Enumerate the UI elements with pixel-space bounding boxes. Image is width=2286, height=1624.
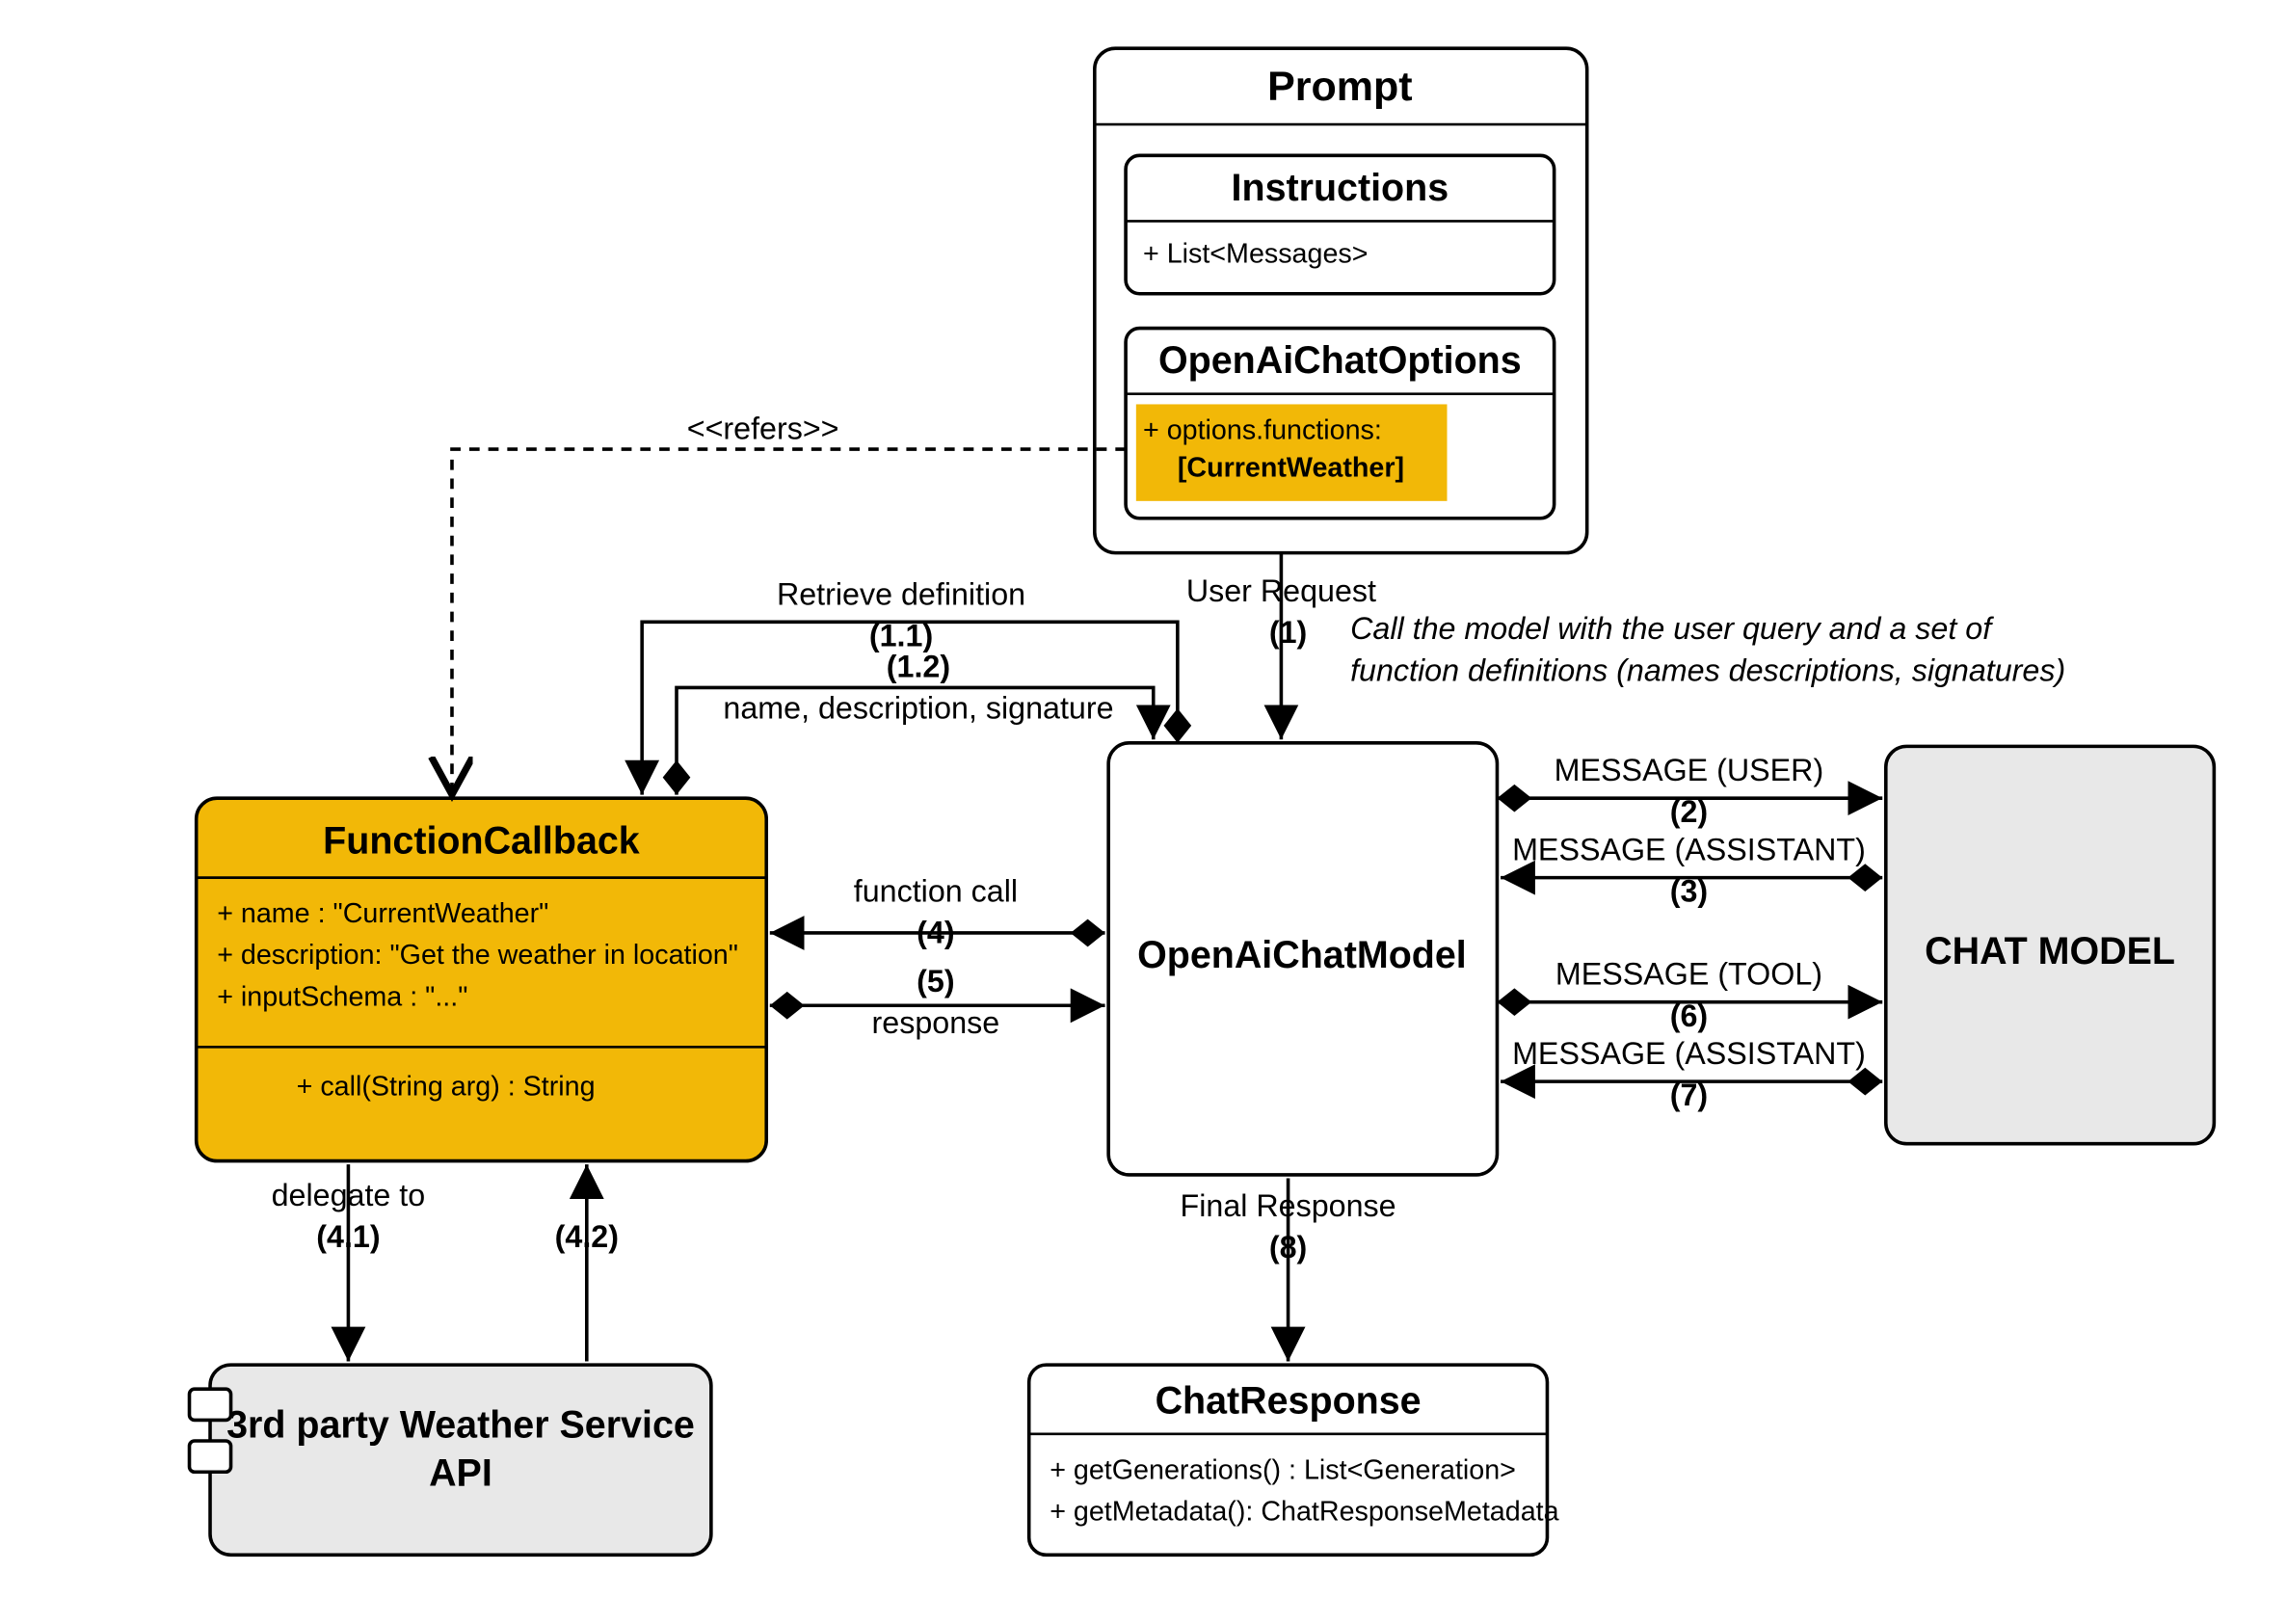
call-model-line2: function definitions (names descriptions…	[1350, 652, 2065, 687]
function-callback-title: FunctionCallback	[323, 820, 640, 863]
step-2: (2)	[1670, 794, 1708, 829]
chat-response-attr1: + getGenerations() : List<Generation>	[1050, 1454, 1516, 1485]
diagram-canvas: Prompt Instructions + List<Messages> Ope…	[0, 0, 2286, 1624]
instructions-attr: + List<Messages>	[1143, 238, 1369, 269]
openai-chat-options-title: OpenAiChatOptions	[1158, 339, 1522, 382]
options-attr2: [CurrentWeather]	[1178, 453, 1404, 484]
refers-label: <<refers>>	[687, 411, 839, 445]
final-response-label: Final Response	[1181, 1188, 1396, 1223]
fc-description: + description: "Get the weather in locat…	[217, 940, 738, 971]
prompt-title: Prompt	[1267, 64, 1413, 110]
step-6: (6)	[1670, 998, 1708, 1033]
delegate-label: delegate to	[272, 1178, 426, 1212]
msg-assistant3-label: MESSAGE (ASSISTANT)	[1512, 833, 1866, 867]
step-3: (3)	[1670, 874, 1708, 909]
instructions-title: Instructions	[1232, 167, 1449, 209]
options-attr1: + options.functions:	[1143, 414, 1382, 445]
weather-service-line1: 3rd party Weather Service	[226, 1403, 695, 1446]
step-4-1: (4.1)	[316, 1219, 380, 1254]
step-4: (4)	[917, 916, 954, 950]
step-7: (7)	[1670, 1078, 1708, 1112]
fc-method: + call(String arg) : String	[297, 1071, 596, 1102]
msg-tool-label: MESSAGE (TOOL)	[1555, 957, 1822, 992]
weather-service-line2: API	[429, 1452, 492, 1495]
fc-inputschema: + inputSchema : "..."	[217, 981, 467, 1012]
msg-assistant7-label: MESSAGE (ASSISTANT)	[1512, 1036, 1866, 1071]
function-call-label: function call	[854, 874, 1018, 909]
msg-user-label: MESSAGE (USER)	[1555, 753, 1824, 787]
user-request-label: User Request	[1186, 573, 1376, 608]
retrieve-def-label: Retrieve definition	[777, 576, 1025, 611]
chat-model-title: CHAT MODEL	[1925, 930, 2175, 972]
openai-chat-model-title: OpenAiChatModel	[1137, 934, 1467, 976]
call-model-line1: Call the model with the user query and a…	[1350, 611, 1994, 646]
fc-name: + name : "CurrentWeather"	[217, 898, 548, 929]
step-1-2: (1.2)	[887, 650, 950, 684]
chat-response-title: ChatResponse	[1156, 1379, 1422, 1422]
response-label: response	[872, 1005, 1000, 1040]
step-1-1: (1.1)	[869, 618, 933, 652]
chat-response-attr2: + getMetadata(): ChatResponseMetadata	[1050, 1496, 1558, 1527]
step-5: (5)	[917, 964, 954, 998]
step-4-2: (4.2)	[555, 1219, 619, 1254]
name-desc-label: name, description, signature	[723, 691, 1113, 726]
step-8: (8)	[1269, 1230, 1307, 1265]
step-1: (1)	[1269, 615, 1307, 650]
